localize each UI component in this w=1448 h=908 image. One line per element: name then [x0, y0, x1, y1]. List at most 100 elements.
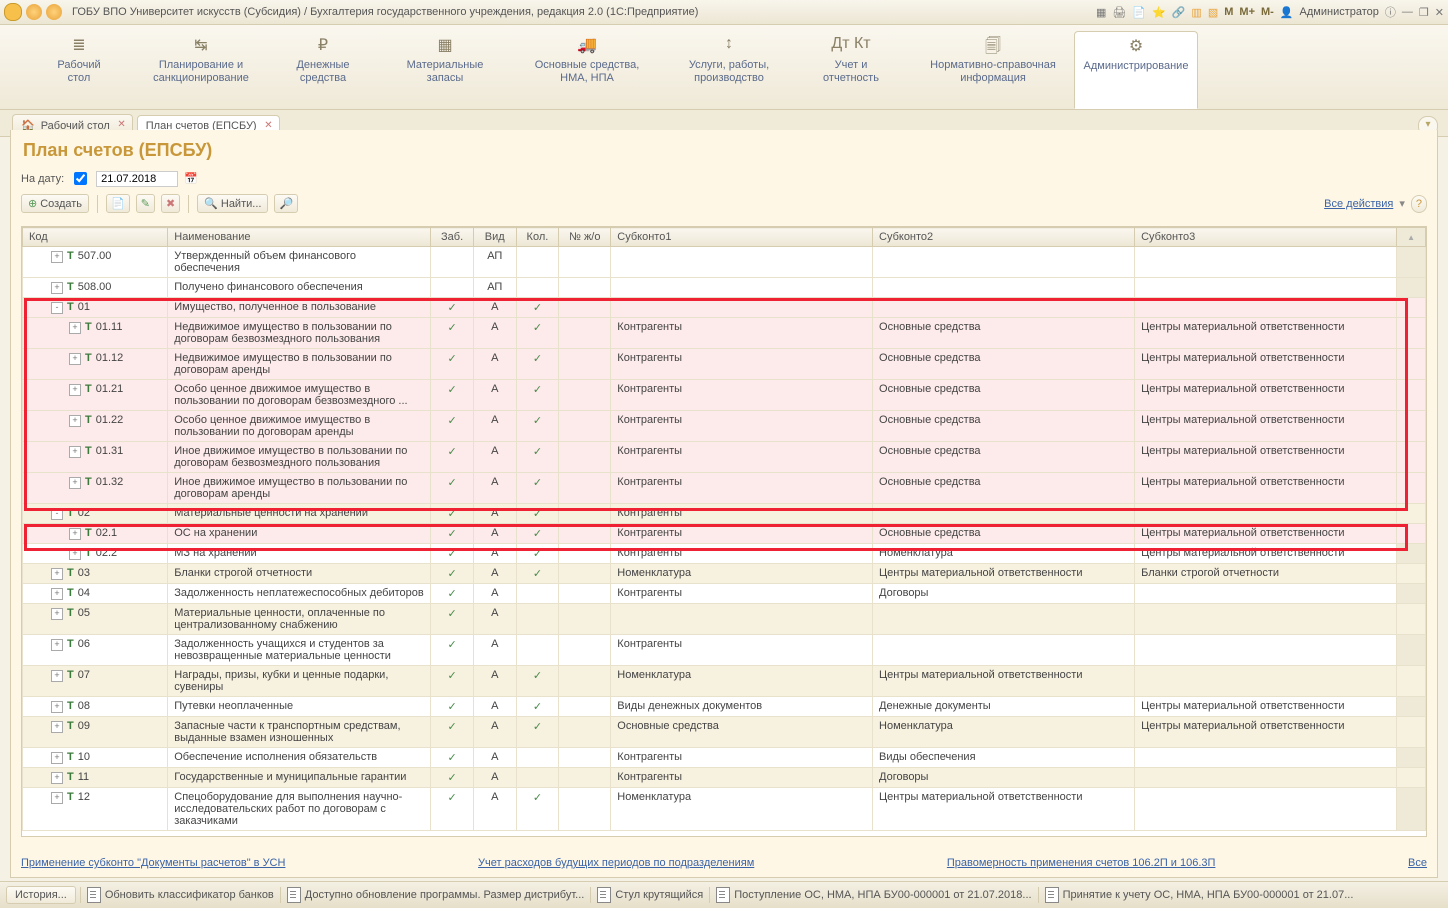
toolbar-icon[interactable]: 📄 [1132, 6, 1146, 19]
table-row[interactable]: +Т11Государственные и муниципальные гара… [23, 768, 1426, 788]
create-button[interactable]: ⊕Создать [21, 194, 89, 213]
column-header[interactable]: Субконто3 [1135, 228, 1397, 247]
find-clear-button[interactable]: 🔎 [274, 194, 298, 213]
table-row[interactable]: +Т01.21Особо ценное движимое имущество в… [23, 380, 1426, 411]
date-enabled-checkbox[interactable] [74, 172, 87, 185]
expand-icon[interactable]: + [69, 477, 81, 489]
find-button[interactable]: 🔍Найти... [197, 194, 268, 213]
expand-icon[interactable]: + [51, 639, 63, 651]
expand-icon[interactable]: + [51, 608, 63, 620]
column-header[interactable]: Заб. [431, 228, 474, 247]
table-row[interactable]: +Т12Спецоборудование для выполнения науч… [23, 788, 1426, 831]
expand-icon[interactable]: + [51, 568, 63, 580]
expand-icon[interactable]: + [51, 772, 63, 784]
expand-icon[interactable]: + [51, 251, 63, 263]
expand-icon[interactable]: + [69, 446, 81, 458]
m-minus-button[interactable]: M- [1261, 6, 1274, 18]
status-item[interactable]: Стул крутящийся [590, 887, 709, 903]
window-menu-icon-2[interactable] [46, 4, 62, 20]
column-header[interactable]: Субконто1 [611, 228, 873, 247]
expand-icon[interactable]: + [69, 353, 81, 365]
toolbar-icon[interactable]: ▦ [1096, 6, 1106, 19]
nav-item[interactable]: ↹Планирование исанкционирование [140, 31, 262, 109]
all-actions-link[interactable]: Все действия [1324, 198, 1393, 210]
accounts-grid[interactable]: КодНаименованиеЗаб.ВидКол.№ ж/оСубконто1… [21, 226, 1427, 837]
nav-item[interactable]: ≣Рабочийстол [18, 31, 140, 109]
m-button[interactable]: M [1224, 6, 1233, 18]
history-button[interactable]: История... [6, 886, 76, 904]
expand-icon[interactable]: + [51, 752, 63, 764]
expand-icon[interactable]: + [51, 670, 63, 682]
toolbar-icon[interactable]: ▥ [1191, 6, 1201, 19]
table-row[interactable]: +Т04Задолженность неплатежеспособных деб… [23, 584, 1426, 604]
nav-item[interactable]: 🚚Основные средства,НМА, НПА [506, 31, 668, 109]
date-input[interactable] [96, 171, 178, 187]
minimize-icon[interactable]: — [1402, 6, 1413, 18]
link-future-expenses[interactable]: Учет расходов будущих периодов по подраз… [478, 857, 754, 869]
status-item[interactable]: Принятие к учету ОС, НМА, НПА БУ00-00000… [1038, 887, 1360, 903]
restore-icon[interactable]: ❐ [1419, 6, 1429, 19]
table-row[interactable]: +Т01.11Недвижимое имущество в пользовани… [23, 318, 1426, 349]
link-usn[interactable]: Применение субконто "Документы расчетов"… [21, 857, 285, 869]
table-row[interactable]: +Т10Обеспечение исполнения обязательств✓… [23, 748, 1426, 768]
nav-item[interactable]: ↕Услуги, работы,производство [668, 31, 790, 109]
status-item[interactable]: Доступно обновление программы. Размер ди… [280, 887, 591, 903]
table-row[interactable]: -Т02Материальные ценности на хранении✓А✓… [23, 504, 1426, 524]
table-row[interactable]: -Т01Имущество, полученное в пользование✓… [23, 298, 1426, 318]
table-row[interactable]: +Т03Бланки строгой отчетности✓А✓Номенкла… [23, 564, 1426, 584]
toolbar-icon[interactable]: ▧ [1208, 6, 1218, 19]
nav-item[interactable]: ⚙Администрирование [1074, 31, 1198, 109]
help-button[interactable]: ? [1411, 195, 1427, 213]
link-accounts-106[interactable]: Правомерность применения счетов 106.2П и… [947, 857, 1216, 869]
table-row[interactable]: +Т01.22Особо ценное движимое имущество в… [23, 411, 1426, 442]
table-row[interactable]: +Т05Материальные ценности, оплаченные по… [23, 604, 1426, 635]
copy-button[interactable]: 📄 [106, 194, 130, 213]
nav-item[interactable]: Дт КтУчет иотчетность [790, 31, 912, 109]
expand-icon[interactable]: + [69, 415, 81, 427]
table-row[interactable]: +Т508.00Получено финансового обеспечения… [23, 278, 1426, 298]
column-header[interactable]: № ж/о [559, 228, 611, 247]
expand-icon[interactable]: + [69, 384, 81, 396]
nav-item[interactable]: ▦Материальныезапасы [384, 31, 506, 109]
column-header[interactable]: Наименование [168, 228, 431, 247]
status-item[interactable]: Обновить классификатор банков [80, 887, 280, 903]
m-plus-button[interactable]: M+ [1239, 6, 1255, 18]
expand-icon[interactable]: + [51, 282, 63, 294]
expand-icon[interactable]: + [51, 792, 63, 804]
column-header[interactable]: Субконто2 [873, 228, 1135, 247]
table-row[interactable]: +Т09Запасные части к транспортным средст… [23, 717, 1426, 748]
window-menu-icon[interactable] [26, 4, 42, 20]
toolbar-icon[interactable]: 🔗 [1172, 6, 1186, 19]
table-row[interactable]: +Т507.00Утвержденный объем финансового о… [23, 247, 1426, 278]
toolbar-icon[interactable]: 🖨 [1112, 6, 1126, 19]
expand-icon[interactable]: + [51, 588, 63, 600]
expand-icon[interactable]: + [51, 721, 63, 733]
expand-icon[interactable]: + [69, 528, 81, 540]
toolbar-icon[interactable]: ⭐ [1152, 6, 1166, 19]
expand-icon[interactable]: + [69, 548, 81, 560]
table-row[interactable]: +Т01.12Недвижимое имущество в пользовани… [23, 349, 1426, 380]
tab-close-icon[interactable]: ✕ [117, 119, 125, 130]
table-row[interactable]: +Т02.2МЗ на хранении✓А✓КонтрагентыНоменк… [23, 544, 1426, 564]
calendar-icon[interactable]: 📅 [184, 172, 198, 185]
expand-icon[interactable]: + [51, 701, 63, 713]
table-row[interactable]: +Т06Задолженность учащихся и студентов з… [23, 635, 1426, 666]
edit-button[interactable]: ✎ [136, 194, 155, 213]
table-row[interactable]: +Т01.31Иное движимое имущество в пользов… [23, 442, 1426, 473]
table-row[interactable]: +Т02.1ОС на хранении✓А✓КонтрагентыОсновн… [23, 524, 1426, 544]
column-header[interactable]: Вид [473, 228, 516, 247]
link-all[interactable]: Все [1408, 857, 1427, 869]
expand-icon[interactable]: + [69, 322, 81, 334]
status-item[interactable]: Поступление ОС, НМА, НПА БУ00-000001 от … [709, 887, 1037, 903]
delete-button[interactable]: ✖ [161, 194, 180, 213]
column-header[interactable]: Кол. [516, 228, 559, 247]
info-icon[interactable]: ⓘ [1385, 4, 1396, 20]
table-row[interactable]: +Т08Путевки неоплаченные✓А✓Виды денежных… [23, 697, 1426, 717]
all-actions-dropdown-icon[interactable]: ▾ [1399, 197, 1405, 210]
table-row[interactable]: +Т07Награды, призы, кубки и ценные подар… [23, 666, 1426, 697]
close-icon[interactable]: ✕ [1435, 6, 1444, 19]
expand-icon[interactable]: - [51, 302, 63, 314]
table-row[interactable]: +Т01.32Иное движимое имущество в пользов… [23, 473, 1426, 504]
expand-icon[interactable]: - [51, 508, 63, 520]
nav-item[interactable]: 🗐Нормативно-справочнаяинформация [912, 31, 1074, 109]
